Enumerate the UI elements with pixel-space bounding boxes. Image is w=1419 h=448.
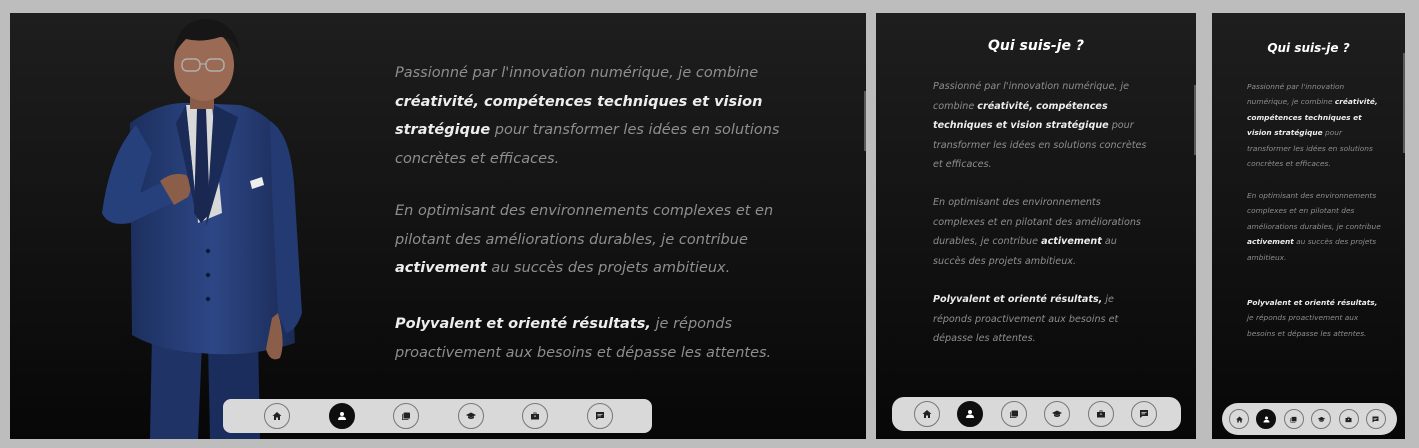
nav-contact-button[interactable] — [1365, 409, 1386, 429]
chat-icon — [595, 412, 604, 420]
nav-education-button[interactable] — [1311, 409, 1332, 429]
nav-education-button[interactable] — [457, 403, 484, 429]
briefcase-icon — [1345, 416, 1352, 422]
about-paragraph-1: Passionné par l'innovation numérique, je… — [395, 65, 780, 167]
nav-experience-button[interactable] — [1338, 409, 1359, 429]
nav-education-button[interactable] — [1044, 401, 1071, 427]
graduation-cap-icon — [465, 412, 476, 419]
nav-portfolio-button[interactable] — [1283, 409, 1304, 429]
section-title: Qui suis-je ? — [987, 38, 1085, 54]
user-icon — [966, 410, 975, 418]
tablet-view: Qui suis-je ? Passionné par l'innovation… — [876, 13, 1196, 439]
about-paragraph-1: Passionné par l'innovation numérique, je… — [933, 81, 1147, 170]
scrollbar[interactable] — [1403, 53, 1405, 153]
about-paragraph-3: Polyvalent et orienté résultats, je répo… — [933, 294, 1119, 344]
bottom-nav — [223, 399, 652, 433]
chat-icon — [1139, 410, 1148, 418]
briefcase-icon — [531, 412, 539, 420]
nav-contact-button[interactable] — [586, 403, 613, 429]
nav-home-button[interactable] — [264, 403, 290, 429]
home-icon — [272, 412, 282, 420]
portfolio-icon — [1009, 410, 1018, 418]
chat-icon — [1372, 416, 1379, 422]
nav-experience-button[interactable] — [522, 403, 548, 429]
graduation-cap-icon — [1052, 410, 1063, 417]
bottom-nav — [892, 397, 1181, 431]
about-paragraph-2: En optimisant des environnements complex… — [1247, 191, 1381, 262]
about-paragraph-2: En optimisant des environnements complex… — [933, 197, 1141, 267]
home-icon — [922, 410, 932, 418]
desktop-view: Passionné par l'innovation numérique, je… — [10, 13, 866, 439]
avatar-3d-man — [102, 19, 302, 439]
user-icon — [1263, 416, 1270, 422]
portfolio-icon — [1290, 416, 1297, 422]
graduation-cap-icon — [1317, 416, 1325, 422]
user-icon — [337, 412, 346, 420]
mobile-view: Qui suis-je ? Passionné par l'innovation… — [1212, 13, 1405, 439]
nav-about-button[interactable] — [328, 403, 355, 429]
briefcase-icon — [1096, 410, 1105, 418]
nav-home-button[interactable] — [914, 401, 940, 427]
nav-portfolio-button[interactable] — [393, 403, 419, 429]
nav-portfolio-button[interactable] — [1000, 401, 1027, 427]
nav-contact-button[interactable] — [1130, 401, 1157, 427]
nav-about-button[interactable] — [1256, 409, 1277, 429]
scrollbar[interactable] — [864, 91, 866, 151]
about-paragraph-3: Polyvalent et orienté résultats, je répo… — [395, 316, 772, 361]
portfolio-icon — [402, 412, 410, 420]
nav-home-button[interactable] — [1229, 409, 1249, 429]
about-paragraph-3: Polyvalent et orienté résultats, je répo… — [1247, 298, 1378, 338]
about-paragraph-2: En optimisant des environnements complex… — [395, 203, 774, 276]
bottom-nav — [1222, 403, 1397, 435]
about-paragraph-1: Passionné par l'innovation numérique, je… — [1247, 82, 1378, 169]
home-icon — [1235, 416, 1243, 422]
nav-about-button[interactable] — [957, 401, 984, 427]
section-title: Qui suis-je ? — [1267, 41, 1350, 55]
nav-experience-button[interactable] — [1087, 401, 1114, 427]
scrollbar[interactable] — [1194, 85, 1196, 155]
